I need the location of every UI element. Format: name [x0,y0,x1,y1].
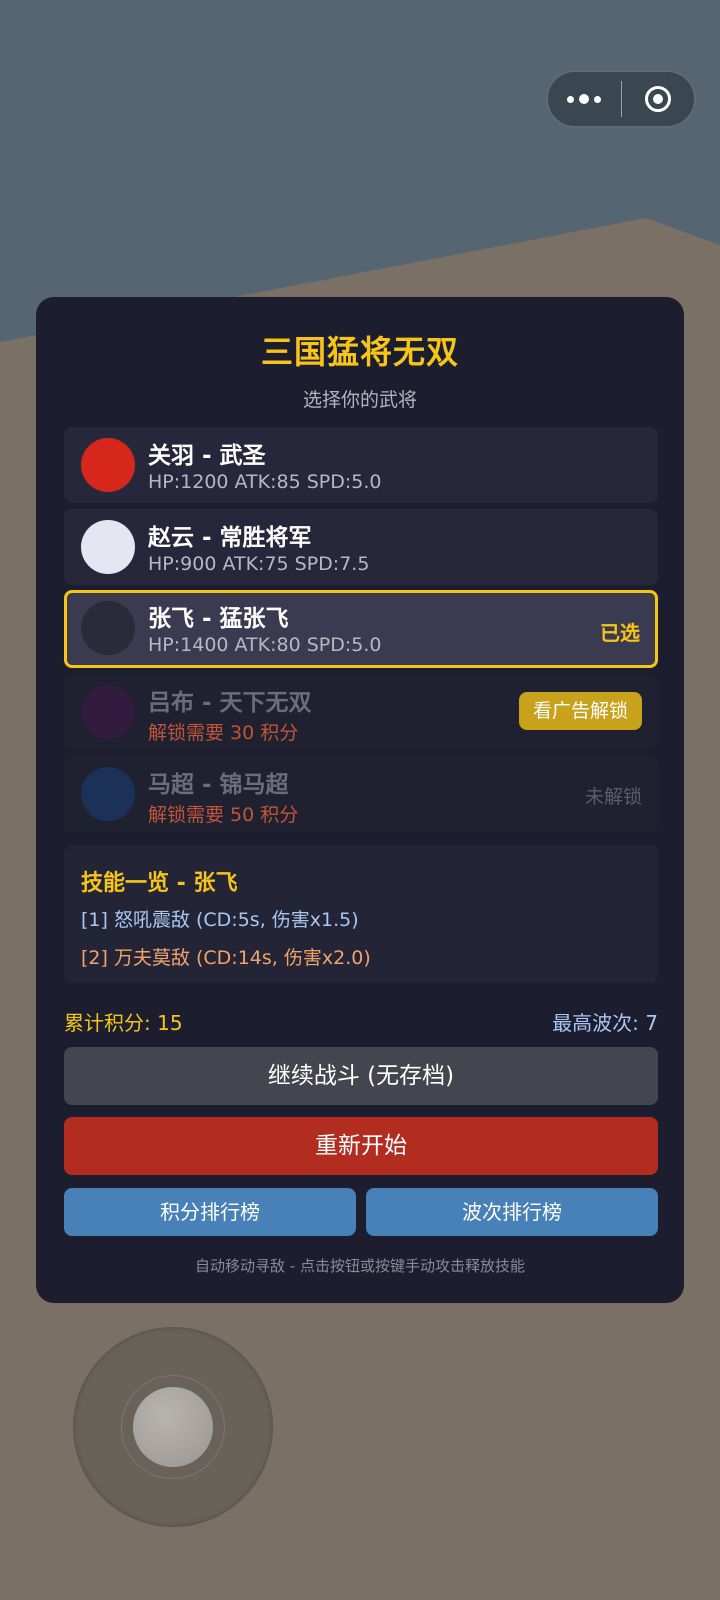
joystick-knob[interactable] [133,1387,213,1467]
watch-ad-unlock-button[interactable]: 看广告解锁 [518,692,642,730]
selected-tag: 已选 [600,621,640,645]
control-hint: 自动移动寻敌 - 点击按钮或按键手动攻击释放技能 [195,1257,525,1275]
total-score: 累计积分: 15 [64,1011,183,1035]
locked-tag: 未解锁 [584,786,642,808]
hero-stats: HP:900 ATK:75 SPD:7.5 [148,553,370,575]
hero-card-guanyu[interactable]: 关羽 - 武圣 HP:1200 ATK:85 SPD:5.0 [64,427,658,503]
hero-name: 吕布 - 天下无双 [148,690,312,716]
hero-name: 马超 - 锦马超 [148,772,289,798]
miniprogram-capsule [546,70,696,128]
hero-select-panel: 三国猛将无双 选择你的武将 关羽 - 武圣 HP:1200 ATK:85 SPD… [36,297,684,1303]
skills-title: 技能一览 - 张飞 [81,871,238,896]
wave-leaderboard-button[interactable]: 波次排行榜 [366,1188,658,1236]
continue-button[interactable]: 继续战斗 (无存档) [64,1047,658,1105]
hero-avatar [81,685,135,739]
skill-item: [2] 万夫莫敌 (CD:14s, 伤害x2.0) [81,947,371,969]
unlock-requirement: 解锁需要 30 积分 [148,722,299,744]
hero-avatar [81,438,135,492]
best-wave: 最高波次: 7 [552,1011,658,1035]
game-title: 三国猛将无双 [260,333,459,371]
virtual-joystick[interactable] [73,1327,273,1527]
restart-button[interactable]: 重新开始 [64,1117,658,1175]
hero-stats: HP:1400 ATK:80 SPD:5.0 [148,634,382,656]
hero-avatar [81,767,135,821]
hero-card-zhaoyun[interactable]: 赵云 - 常胜将军 HP:900 ATK:75 SPD:7.5 [64,509,658,585]
hero-card-lvbu[interactable]: 吕布 - 天下无双 解锁需要 30 积分 看广告解锁 [64,674,658,750]
hero-avatar [81,520,135,574]
hero-card-machao[interactable]: 马超 - 锦马超 解锁需要 50 积分 未解锁 [64,756,658,832]
hero-name: 赵云 - 常胜将军 [148,525,312,551]
hero-card-zhangfei[interactable]: 张飞 - 猛张飞 HP:1400 ATK:80 SPD:5.0 已选 [64,590,658,668]
more-dots-icon [567,94,602,104]
score-leaderboard-button[interactable]: 积分排行榜 [64,1188,356,1236]
close-button[interactable] [622,72,695,126]
unlock-requirement: 解锁需要 50 积分 [148,804,299,826]
close-target-icon [644,86,671,112]
more-button[interactable] [548,72,621,126]
skills-box: 技能一览 - 张飞 [1] 怒吼震敌 (CD:5s, 伤害x1.5) [2] 万… [64,845,658,983]
hero-name: 张飞 - 猛张飞 [148,606,289,632]
hero-name: 关羽 - 武圣 [148,443,266,469]
hero-stats: HP:1200 ATK:85 SPD:5.0 [148,471,382,493]
hero-avatar [81,601,135,655]
skill-item: [1] 怒吼震敌 (CD:5s, 伤害x1.5) [81,909,359,931]
panel-subtitle: 选择你的武将 [302,389,417,411]
